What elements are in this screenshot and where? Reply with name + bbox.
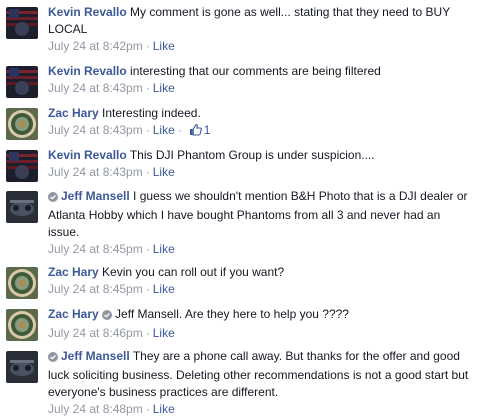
thumbs-up-icon[interactable] (189, 123, 202, 141)
comment-author[interactable]: Zac Hary (48, 106, 99, 120)
like-link[interactable]: Like (153, 326, 175, 340)
comment-text: Kevin you can roll out if you want? (102, 265, 285, 279)
avatar[interactable] (6, 7, 38, 39)
avatar[interactable] (6, 309, 38, 341)
comment-author[interactable]: Kevin Revallo (48, 64, 127, 78)
comment-timestamp[interactable]: July 24 at 8:43pm (48, 81, 143, 95)
comment-text: interesting that our comments are being … (130, 64, 381, 78)
comment-timestamp[interactable]: July 24 at 8:45pm (48, 242, 143, 256)
comment-text: Interesting indeed. (102, 106, 201, 120)
comment-timestamp[interactable]: July 24 at 8:42pm (48, 39, 143, 53)
like-link[interactable]: Like (153, 402, 175, 416)
comment-text: This DJI Phantom Group is under suspicio… (129, 148, 375, 162)
moderator-check-icon (102, 308, 113, 325)
avatar[interactable] (6, 191, 38, 223)
like-link[interactable]: Like (153, 39, 175, 53)
avatar[interactable] (6, 351, 38, 383)
comment-timestamp[interactable]: July 24 at 8:43pm (48, 123, 143, 137)
comment-timestamp[interactable]: July 24 at 8:48pm (48, 402, 143, 416)
comment-author[interactable]: Kevin Revallo (48, 5, 127, 19)
like-link[interactable]: Like (153, 123, 175, 137)
comment-author[interactable]: Kevin Revallo (48, 148, 127, 162)
avatar[interactable] (6, 66, 38, 98)
comment-timestamp[interactable]: July 24 at 8:46pm (48, 326, 143, 340)
avatar[interactable] (6, 267, 38, 299)
comment-author[interactable]: Zac Hary (48, 265, 99, 279)
moderator-check-icon (48, 190, 58, 207)
comment-author[interactable]: Zac Hary (48, 307, 99, 321)
mention-tag[interactable]: Jeff Mansell (115, 307, 179, 321)
comment-feed: Kevin Revallo My comment is gone as well… (0, 0, 480, 418)
like-link[interactable]: Like (153, 81, 175, 95)
comment-author[interactable]: Jeff Mansell (48, 189, 130, 203)
like-link[interactable]: Like (153, 165, 175, 179)
comment-author[interactable]: Jeff Mansell (48, 349, 130, 363)
moderator-check-icon (48, 350, 58, 367)
comment-text: . Are they here to help you ???? (178, 307, 349, 321)
like-count[interactable]: 1 (204, 123, 211, 137)
comment-timestamp[interactable]: July 24 at 8:45pm (48, 282, 143, 296)
avatar[interactable] (6, 108, 38, 140)
avatar[interactable] (6, 150, 38, 182)
like-link[interactable]: Like (153, 282, 175, 296)
like-link[interactable]: Like (153, 242, 175, 256)
comment-timestamp[interactable]: July 24 at 8:43pm (48, 165, 143, 179)
